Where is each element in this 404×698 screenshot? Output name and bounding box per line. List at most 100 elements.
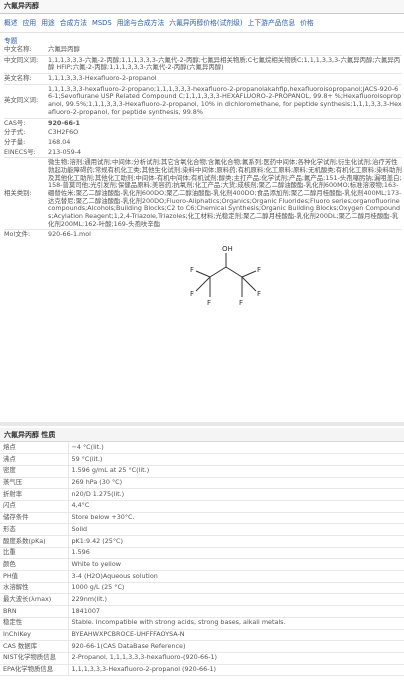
atom-f: F (257, 290, 261, 298)
property-label: 形态 (0, 523, 68, 536)
property-value: −4 °C(lit.) (67, 442, 404, 455)
property-value: 59 °C(lit.) (67, 453, 404, 466)
property-value: Stable. Incompatible with strong acids, … (67, 617, 404, 630)
mol-file-label: Mol文件: (4, 229, 48, 241)
property-row: 比重 1.596 (0, 547, 404, 560)
property-row: 密度 1.596 g/mL at 25 °C(lit.) (0, 465, 404, 478)
property-value: 4,4°C (67, 500, 404, 513)
cas-value: 920-66-1 (48, 117, 402, 129)
mw-value: 168.04 (48, 137, 71, 146)
property-value: Solid (67, 523, 404, 536)
property-row: 酸度系数(pKa) pK1:9.42 (25°C) (0, 535, 404, 548)
nav-usage-synthesis[interactable]: 用途与合成方法 (117, 19, 165, 27)
property-row: 储存条件 Store below +30°C. (0, 512, 404, 525)
properties-title: 六氟异丙醇 性质 (4, 431, 56, 439)
property-value: pK1:9.42 (25°C) (67, 535, 404, 548)
property-value: 1,1,1,3,3,3-Hexafluoro-2-propanol (920-6… (67, 664, 404, 677)
structure-svg: OH F F F F F F (190, 245, 261, 307)
properties-table: 熔点 −4 °C(lit.) 沸点 59 °C(lit.) 密度 1.596 g/mL a… (0, 442, 404, 677)
atom-oh: OH (222, 245, 233, 253)
einecs-value: 213-059-4 (48, 147, 82, 156)
property-row: BRN 1841007 (0, 605, 404, 618)
basic-info-section: 六氟异丙醇 概述 应用 用途 合成方法 MSDS 用途与合成方法 六氟异丙醇价格(试剂级) 上… (0, 0, 404, 314)
atom-f: F (190, 266, 194, 274)
properties-header: 六氟异丙醇 性质 (0, 428, 404, 442)
property-row: EPA化学物质信息 1,1,1,3,3,3-Hexafluoro-2-propan… (0, 664, 404, 677)
einecs-label: EINECS号: (4, 147, 36, 156)
property-row: PH值 3-4 (H2O)Aqueous solution (0, 570, 404, 583)
category-label: 相关类别: (4, 157, 48, 230)
formula-value: C3H2F6O (48, 128, 79, 137)
atom-f: F (239, 299, 243, 307)
nav-msds[interactable]: MSDS (92, 19, 112, 27)
property-value: Store below +30°C. (67, 512, 404, 525)
en-synonyms-label: 英文同义词: (4, 83, 48, 118)
property-label: 折射率 (0, 488, 68, 501)
property-row: 折射率 n20/D 1.275(lit.) (0, 488, 404, 501)
atom-f: F (207, 299, 211, 307)
en-name-label: 英文名称: (4, 73, 48, 85)
cas-label: CAS号: (4, 117, 48, 129)
property-row: 颜色 White to yellow (0, 558, 404, 572)
property-label: 沸点 (0, 453, 68, 466)
nav-supply-chain[interactable]: 上下游产品信息 (248, 19, 296, 27)
property-row: InChIKey BYEAHWXPCBROCE-UHFFFAOYSA-N (0, 629, 404, 642)
nav-price[interactable]: 价格 (300, 19, 314, 27)
property-row: 水溶解性 1000 g/L (25 °C) (0, 582, 404, 595)
property-label: PH值 (0, 570, 68, 583)
basic-info-table: 中文名称: 六氟异丙醇 中文同义词: 1,1,1,3,3,3-六氟-2-丙醇;1… (4, 45, 402, 314)
nav-bar: 概述 应用 用途 合成方法 MSDS 用途与合成方法 六氟异丙醇价格(试剂级) 上下游产品信息… (0, 14, 404, 33)
property-value: 920-66-1(CAS DataBase Reference) (67, 640, 404, 653)
category-value: 微生物;溶剂;通用试剂;中间体;分析试剂;其它含氧化合物;含氟化合物;氟系列;医… (48, 157, 402, 230)
property-label: 稳定性 (0, 617, 68, 630)
property-value: 2-Propanol, 1,1,1,3,3,3-hexafluoro-(920-… (67, 652, 404, 665)
property-row: 最大波长(λmax) 229nm(lit.) (0, 593, 404, 607)
property-row: 闪点 4,4°C (0, 500, 404, 513)
property-label: NIST化学物质信息 (0, 652, 68, 665)
nav-price-reagent[interactable]: 六氟异丙醇价格(试剂级) (169, 19, 242, 27)
page-title: 六氟异丙醇 (4, 2, 39, 10)
cn-synonyms-value: 1,1,1,3,3,3-六氟-2-丙醇;1,1,1,3,3,3-六氟代-2-丙醇… (48, 54, 402, 74)
en-name-value: 1,1,1,3,3,3-Hexafluoro-2-propanol (48, 73, 402, 85)
mol-file-link[interactable]: 920-66-1.mol (48, 229, 402, 241)
property-label: 密度 (0, 465, 68, 478)
cn-name-value: 六氟异丙醇 (48, 45, 80, 53)
atom-f: F (257, 266, 261, 274)
property-value: 3-4 (H2O)Aqueous solution (67, 570, 404, 583)
property-label: BRN (0, 605, 68, 618)
property-row: NIST化学物质信息 2-Propanol, 1,1,1,3,3,3-hexafl… (0, 652, 404, 665)
property-value: 229nm(lit.) (67, 593, 404, 607)
property-label: InChIKey (0, 629, 68, 642)
cn-synonyms-label: 中文同义词: (4, 54, 48, 74)
property-label: 比重 (0, 547, 68, 560)
property-label: 熔点 (0, 442, 68, 455)
property-row: 蒸气压 269 hPa (30 °C) (0, 477, 404, 490)
property-value: n20/D 1.275(lit.) (67, 488, 404, 501)
properties-section: 六氟异丙醇 性质 熔点 −4 °C(lit.) 沸点 59 °C(lit.) 密度 1.5… (0, 428, 404, 677)
property-label: 最大波长(λmax) (0, 593, 68, 607)
property-label: 颜色 (0, 558, 68, 572)
property-row: 沸点 59 °C(lit.) (0, 453, 404, 466)
property-label: 储存条件 (0, 512, 68, 525)
property-value: BYEAHWXPCBROCE-UHFFFAOYSA-N (67, 629, 404, 642)
section-divider (0, 422, 404, 426)
property-value: 1.596 g/mL at 25 °C(lit.) (67, 465, 404, 478)
formula-label: 分子式: (4, 128, 26, 137)
property-label: 酸度系数(pKa) (0, 535, 68, 548)
atom-f: F (190, 290, 194, 298)
property-value: 1000 g/L (25 °C) (67, 582, 404, 595)
nav-synthesis[interactable]: 合成方法 (60, 19, 87, 27)
property-value: White to yellow (67, 558, 404, 572)
nav-overview[interactable]: 概述 (4, 19, 18, 27)
property-label: EPA化学物质信息 (0, 664, 68, 677)
nav-application[interactable]: 应用 (23, 19, 37, 27)
property-label: 蒸气压 (0, 477, 68, 490)
en-synonyms-value: 1,1,1,3,3,3-hexafluoro-2-propano;1,1,1,3… (48, 83, 402, 118)
property-value: 1.596 (67, 547, 404, 560)
mw-label: 分子量: (4, 137, 26, 146)
property-row: 稳定性 Stable. Incompatible with strong acid… (0, 617, 404, 630)
property-label: 闪点 (0, 500, 68, 513)
nav-usage[interactable]: 用途 (41, 19, 55, 27)
property-label: CAS 数据库 (0, 640, 68, 653)
topic-label: 专题 (4, 37, 18, 45)
